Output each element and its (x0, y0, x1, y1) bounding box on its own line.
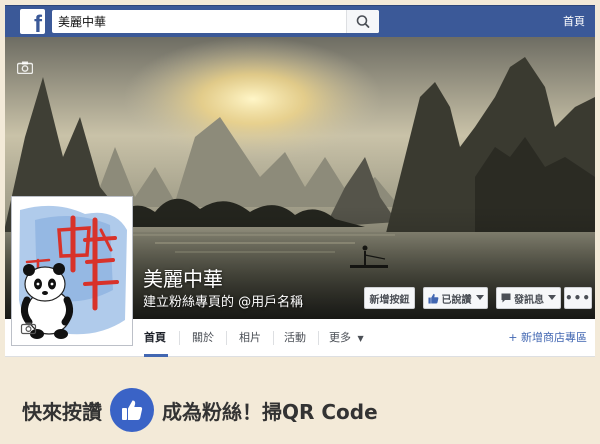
tab-more-label: 更多 (329, 331, 351, 344)
tab-about[interactable]: 關於 (192, 319, 214, 357)
page-title: 美麗中華 (143, 267, 223, 291)
facebook-logo-icon[interactable]: f (20, 9, 45, 38)
slogan-suffix: 成為粉絲！掃QR Code (162, 399, 378, 424)
more-options-label: ••• (565, 291, 592, 305)
tab-events[interactable]: 活動 (284, 319, 306, 357)
chevron-down-icon: ▼ (357, 334, 364, 343)
more-options-button[interactable]: ••• (564, 287, 592, 309)
send-message-button[interactable]: 發訊息 (496, 287, 561, 309)
active-tab-indicator (144, 354, 168, 357)
divider (318, 331, 319, 345)
tab-photos[interactable]: 相片 (239, 319, 261, 357)
message-icon (501, 293, 511, 303)
add-button[interactable]: 新增按鈕 (364, 287, 415, 309)
panda-icon (15, 200, 129, 342)
liked-button-label: 已說讚 (441, 294, 472, 306)
tab-more[interactable]: 更多 ▼ (329, 319, 364, 357)
search-button[interactable] (346, 10, 379, 33)
top-navigation-bar: f 首頁 (5, 5, 595, 37)
add-button-label: 新增按鈕 (369, 294, 410, 306)
search-box (52, 10, 379, 33)
thumbs-up-glyph (122, 400, 143, 420)
divider (179, 331, 180, 345)
divider (273, 331, 274, 345)
thumbs-up-icon (427, 293, 438, 304)
liked-button[interactable]: 已說讚 (423, 287, 488, 309)
facebook-logo-letter: f (34, 11, 42, 38)
send-message-label: 發訊息 (514, 294, 544, 306)
profile-picture[interactable] (11, 196, 133, 346)
create-username-link[interactable]: 建立粉絲專頁的 @用戶名稱 (143, 291, 303, 310)
thumbs-up-icon (110, 388, 154, 432)
divider (226, 331, 227, 345)
call-to-action-banner: 快來按讚 成為粉絲！掃QR Code (22, 388, 378, 432)
chevron-down-icon (548, 295, 556, 300)
home-link[interactable]: 首頁 (563, 13, 585, 29)
tab-home[interactable]: 首頁 (144, 319, 166, 357)
slogan-prefix: 快來按讚 (22, 399, 102, 424)
add-shop-section-link[interactable]: + 新增商店專區 (508, 319, 587, 357)
camera-icon[interactable] (17, 61, 33, 74)
chevron-down-icon (475, 295, 484, 300)
search-icon (356, 15, 370, 28)
search-input[interactable] (52, 10, 342, 33)
